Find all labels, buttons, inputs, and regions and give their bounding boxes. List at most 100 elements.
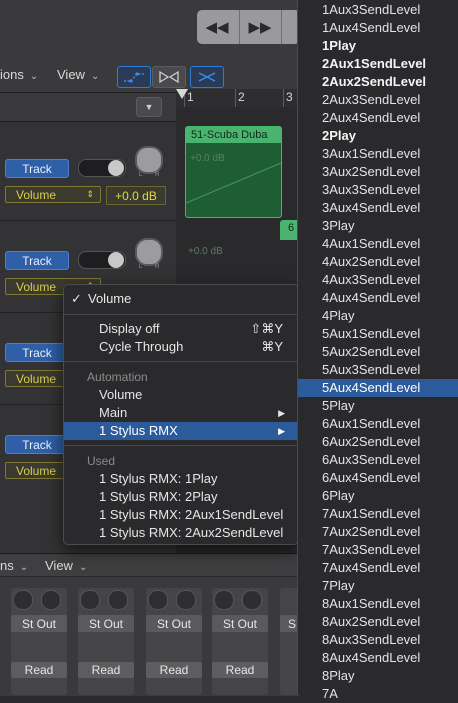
track-automation-button[interactable]: Track <box>5 159 69 178</box>
chevron-down-icon: ▼ <box>144 102 154 112</box>
functions-menu[interactable]: ions ⌄ <box>0 67 38 82</box>
pan-knob[interactable] <box>135 146 163 174</box>
submenu-item[interactable]: 7A <box>298 685 458 703</box>
chevron-down-icon: ⌄ <box>19 562 29 573</box>
submenu-item[interactable]: 8Aux2SendLevel <box>298 613 458 631</box>
submenu-item[interactable]: 2Play <box>298 127 458 145</box>
submenu-item[interactable]: 6Play <box>298 487 458 505</box>
submenu-item[interactable]: 6Aux3SendLevel <box>298 451 458 469</box>
menu-item-display-off[interactable]: Display off ⇧⌘Y <box>64 320 298 338</box>
menu-item-current-volume[interactable]: ✓ Volume <box>64 290 298 308</box>
pan-knob[interactable] <box>135 238 163 266</box>
output-slot[interactable]: St Out <box>212 615 268 632</box>
submenu-item[interactable]: 5Play <box>298 397 458 415</box>
chevron-down-icon: ⌄ <box>29 71 39 82</box>
menu-section-used: Used <box>87 454 116 468</box>
automation-mode-button[interactable]: Read <box>11 662 67 678</box>
menu-section-automation: Automation <box>87 370 148 384</box>
audio-region[interactable]: 51-Scuba Duba +0.0 dB <box>185 126 282 218</box>
submenu-item[interactable]: 4Aux2SendLevel <box>298 253 458 271</box>
submenu-item[interactable]: 5Aux4SendLevel <box>298 379 458 397</box>
submenu-item[interactable]: 5Aux1SendLevel <box>298 325 458 343</box>
submenu-item[interactable]: 4Aux4SendLevel <box>298 289 458 307</box>
bar-number: 3 <box>286 90 293 104</box>
channel-strip: St Out Read <box>11 588 67 695</box>
submenu-item[interactable]: 4Aux3SendLevel <box>298 271 458 289</box>
flex-button[interactable] <box>152 66 186 88</box>
track-automation-button[interactable]: Track <box>5 343 69 362</box>
catch-button[interactable] <box>190 66 224 88</box>
submenu-item[interactable]: 6Aux2SendLevel <box>298 433 458 451</box>
transport-controls: ◀◀ ▶▶ <box>197 10 300 44</box>
timeline-ruler[interactable]: 1 2 3 <box>176 89 300 108</box>
submenu-item[interactable]: 5Aux2SendLevel <box>298 343 458 361</box>
track-on-off-toggle[interactable] <box>78 159 126 177</box>
submenu-item[interactable]: 2Aux3SendLevel <box>298 91 458 109</box>
output-slot[interactable]: St Out <box>11 615 67 632</box>
automation-parameter-menu: ✓ Volume Display off ⇧⌘Y Cycle Through ⌘… <box>63 284 299 545</box>
submenu-item[interactable]: 1Aux3SendLevel <box>298 1 458 19</box>
submenu-item[interactable]: 6Aux1SendLevel <box>298 415 458 433</box>
automation-mode-button[interactable]: Read <box>78 662 134 678</box>
automation-curve-icon <box>124 72 144 83</box>
menu-item-main[interactable]: Main ▶ <box>64 404 298 422</box>
automation-mode-button[interactable]: Read <box>146 662 202 678</box>
region-automation-value: +0.0 dB <box>188 246 223 257</box>
submenu-item[interactable]: 6Aux4SendLevel <box>298 469 458 487</box>
track-automation-button[interactable]: Track <box>5 251 69 270</box>
submenu-item[interactable]: 4Aux1SendLevel <box>298 235 458 253</box>
view-menu[interactable]: View ⌄ <box>57 67 99 82</box>
output-slot[interactable]: St Out <box>146 615 202 632</box>
submenu-item[interactable]: 7Aux4SendLevel <box>298 559 458 577</box>
submenu-item[interactable]: 3Aux2SendLevel <box>298 163 458 181</box>
menu-item-used[interactable]: 1 Stylus RMX: 2Aux1SendLevel <box>64 506 298 524</box>
submenu-item[interactable]: 7Play <box>298 577 458 595</box>
rewind-icon: ◀◀ <box>205 19 229 36</box>
channel-strip: St Out Read <box>146 588 202 695</box>
submenu-item[interactable]: 7Aux1SendLevel <box>298 505 458 523</box>
menu-item-stylus-rmx[interactable]: 1 Stylus RMX ▶ <box>64 422 298 440</box>
collapse-button[interactable]: ▼ <box>136 97 162 117</box>
submenu-item[interactable]: 8Aux1SendLevel <box>298 595 458 613</box>
submenu-item[interactable]: 3Aux1SendLevel <box>298 145 458 163</box>
fast-forward-button[interactable]: ▶▶ <box>239 10 280 44</box>
submenu-item[interactable]: 3Aux3SendLevel <box>298 181 458 199</box>
flex-icon <box>159 71 179 83</box>
automation-mode-button[interactable]: Read <box>212 662 268 678</box>
submenu-item[interactable]: 8Play <box>298 667 458 685</box>
submenu-item[interactable]: 4Play <box>298 307 458 325</box>
submenu-item[interactable]: 8Aux3SendLevel <box>298 631 458 649</box>
shortcut-label: ⌘Y <box>261 339 283 354</box>
channel-strip: St Out Read <box>78 588 134 695</box>
submenu-item[interactable]: 3Play <box>298 217 458 235</box>
menu-item-used[interactable]: 1 Stylus RMX: 2Aux2SendLevel <box>64 524 298 542</box>
submenu-item[interactable]: 7Aux3SendLevel <box>298 541 458 559</box>
submenu-item[interactable]: 2Aux1SendLevel <box>298 55 458 73</box>
mixer-view-menu[interactable]: View ⌄ <box>45 558 87 573</box>
automation-curve-button[interactable] <box>117 66 151 88</box>
submenu-item[interactable]: 1Aux4SendLevel <box>298 19 458 37</box>
track-automation-button[interactable]: Track <box>5 435 69 454</box>
menu-item-cycle-through[interactable]: Cycle Through ⌘Y <box>64 338 298 356</box>
submenu-item[interactable]: 2Aux2SendLevel <box>298 73 458 91</box>
track-on-off-toggle[interactable] <box>78 251 126 269</box>
submenu-item[interactable]: 5Aux3SendLevel <box>298 361 458 379</box>
output-slot[interactable]: St Out <box>78 615 134 632</box>
submenu-item[interactable]: 8Aux4SendLevel <box>298 649 458 667</box>
channel-strip: St Out Read <box>212 588 268 695</box>
menu-item-used[interactable]: 1 Stylus RMX: 1Play <box>64 470 298 488</box>
submenu-item[interactable]: 7Aux2SendLevel <box>298 523 458 541</box>
stylus-rmx-parameter-submenu: 1Aux3SendLevel 1Aux4SendLevel 1Play 2Aux1Se… <box>297 0 458 701</box>
mixer-functions-menu[interactable]: ns ⌄ <box>0 558 28 573</box>
automation-value[interactable]: +0.0 dB <box>106 186 166 205</box>
playhead-marker[interactable] <box>176 89 188 99</box>
submenu-item[interactable]: 1Play <box>298 37 458 55</box>
submenu-item[interactable]: 2Aux4SendLevel <box>298 109 458 127</box>
menu-item-used[interactable]: 1 Stylus RMX: 2Play <box>64 488 298 506</box>
catch-icon <box>198 72 216 82</box>
submenu-item[interactable]: 3Aux4SendLevel <box>298 199 458 217</box>
automation-parameter-select[interactable]: Volume⇕ <box>5 186 101 203</box>
menu-item-volume[interactable]: Volume <box>64 386 298 404</box>
rewind-button[interactable]: ◀◀ <box>197 10 237 44</box>
chevron-down-icon: ⌄ <box>78 562 88 573</box>
